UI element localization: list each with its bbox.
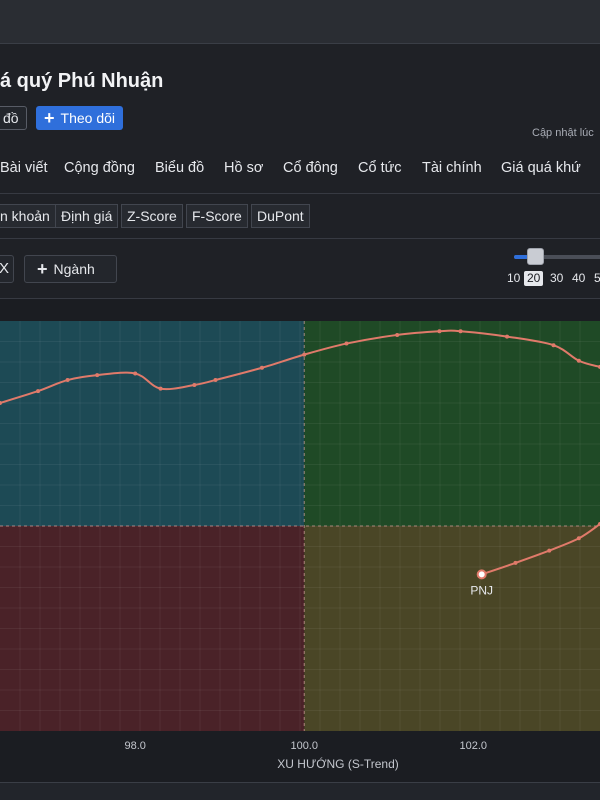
x-tick-label: 102.0 bbox=[459, 740, 487, 752]
tab-shareholders[interactable]: Cổ đông bbox=[283, 160, 338, 176]
data-point bbox=[505, 334, 510, 339]
data-point bbox=[344, 341, 349, 346]
slider-option-10[interactable]: 10 bbox=[507, 271, 520, 286]
data-point bbox=[95, 373, 100, 378]
data-point bbox=[213, 378, 218, 383]
data-point bbox=[513, 560, 518, 565]
follow-button[interactable]: + Theo dõi bbox=[36, 106, 123, 130]
data-point bbox=[302, 352, 307, 357]
plus-icon: + bbox=[37, 259, 48, 279]
subtab-z-score[interactable]: Z-Score bbox=[121, 204, 183, 228]
data-point bbox=[65, 378, 70, 383]
data-point bbox=[192, 382, 197, 387]
data-point bbox=[395, 332, 400, 337]
data-point bbox=[259, 365, 264, 370]
x-axis-label: XU HƯỚNG (S-Trend) bbox=[277, 756, 398, 771]
data-point bbox=[437, 329, 442, 334]
data-point bbox=[133, 371, 138, 376]
subtab-accounts[interactable]: n khoản bbox=[0, 204, 56, 228]
data-point bbox=[576, 536, 581, 541]
data-point bbox=[36, 389, 41, 394]
data-point bbox=[576, 358, 581, 363]
pnj-marker bbox=[476, 569, 487, 580]
tab-financials[interactable]: Tài chính bbox=[422, 160, 482, 176]
tab-community[interactable]: Cộng đồng bbox=[64, 160, 135, 176]
data-point bbox=[547, 548, 552, 553]
slider-option-20[interactable]: 20 bbox=[524, 271, 544, 286]
pnj-label: PNJ bbox=[470, 583, 493, 597]
slider-option-50[interactable]: 5 bbox=[594, 271, 600, 286]
plus-icon: + bbox=[44, 108, 55, 128]
slider-option-40[interactable]: 40 bbox=[572, 271, 585, 286]
industry-button[interactable]: + Ngành bbox=[24, 255, 117, 283]
data-point bbox=[458, 329, 463, 334]
tab-price-history[interactable]: Giá quá khứ bbox=[501, 160, 581, 176]
subtab-dupont[interactable]: DuPont bbox=[251, 204, 310, 228]
quadrant-chart: PNJ 98.0 100.0 102.0 XU HƯỚNG (S-Trend) bbox=[0, 321, 600, 771]
data-point bbox=[158, 386, 163, 391]
analysis-tabs: n khoản Định giá Z-Score F-Score DuPont bbox=[0, 194, 600, 239]
tab-profile[interactable]: Hồ sơ bbox=[224, 160, 263, 176]
page-title: á quý Phú Nhuận bbox=[0, 70, 164, 92]
subtab-valuation[interactable]: Định giá bbox=[55, 204, 119, 228]
close-button[interactable]: X bbox=[0, 255, 14, 283]
top-bar bbox=[0, 0, 600, 44]
slider-fill bbox=[514, 255, 528, 259]
tab-charts[interactable]: Biểu đồ bbox=[155, 160, 204, 176]
map-button[interactable]: đồ bbox=[0, 106, 27, 130]
x-tick-label: 100.0 bbox=[290, 740, 318, 752]
header: á quý Phú Nhuận đồ + Theo dõi Cập nhật l… bbox=[0, 44, 600, 148]
tab-dividends[interactable]: Cổ tức bbox=[358, 160, 402, 176]
follow-button-label: Theo dõi bbox=[60, 110, 115, 126]
data-point bbox=[551, 343, 556, 348]
x-tick-label: 98.0 bbox=[125, 740, 146, 752]
quadrant-chart-area: PNJ 98.0 100.0 102.0 XU HƯỚNG (S-Trend) bbox=[0, 299, 600, 782]
chart-controls: X + Ngành 10 20 30 40 5 bbox=[0, 239, 600, 299]
slider-handle[interactable] bbox=[527, 248, 544, 265]
tab-posts[interactable]: Bài viết bbox=[0, 160, 48, 176]
updated-text: Cập nhật lúc bbox=[532, 127, 594, 139]
bottom-bar bbox=[0, 782, 600, 800]
slider-option-30[interactable]: 30 bbox=[550, 271, 563, 286]
main-tabs: Bài viết Cộng đồng Biểu đồ Hồ sơ Cổ đông… bbox=[0, 148, 600, 194]
subtab-f-score[interactable]: F-Score bbox=[186, 204, 248, 228]
industry-button-label: Ngành bbox=[53, 261, 95, 277]
